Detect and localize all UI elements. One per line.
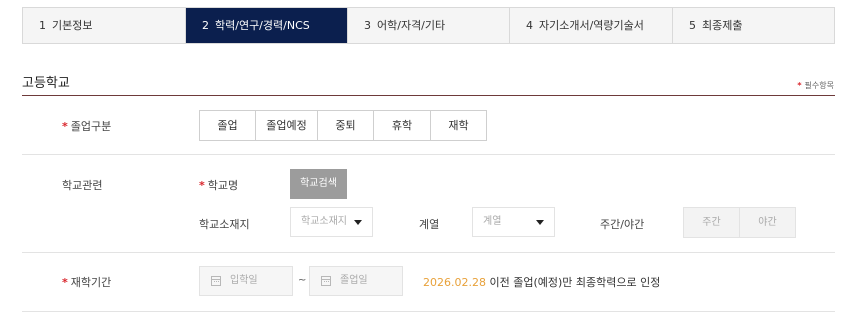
school-name-label: * 학교명 [199,177,238,193]
chevron-down-icon [354,220,362,225]
step-number: 5 [689,19,696,32]
graduation-option-expected[interactable]: 졸업예정 [255,110,318,141]
final-education-notice: 2026.02.28 이전 졸업(예정)만 최종학력으로 인정 [423,274,660,290]
chevron-down-icon [536,220,544,225]
required-star-icon: * [62,120,68,133]
enrollment-period-label: * 재학기간 [62,274,111,290]
row-divider [22,252,835,253]
track-value: 계열 [483,216,502,227]
step-3-language[interactable]: 3 어학/자격/기타 [348,8,510,43]
row-divider [22,311,835,312]
graduation-option-leave[interactable]: 휴학 [373,110,431,141]
graduation-type-label-text: 졸업구분 [70,120,112,133]
step-5-final-submit[interactable]: 5 최종제출 [673,8,834,43]
step-label: 학력/연구/경력/NCS [215,19,310,32]
step-1-basic-info[interactable]: 1 기본정보 [23,8,186,43]
graduation-type-selector: 졸업 졸업예정 중퇴 휴학 재학 [199,110,487,141]
track-label: 계열 [419,218,440,231]
graduation-option-enrolled[interactable]: 재학 [430,110,487,141]
notice-date: 2026.02.28 [423,276,486,289]
graduation-type-label: * 졸업구분 [62,118,111,134]
school-location-label: 학교소재지 [199,218,250,231]
daynight-toggle: 주간 야간 [683,207,796,238]
graduation-date-field[interactable]: 졸업일 [309,266,403,296]
notice-text: 이전 졸업(예정)만 최종학력으로 인정 [485,276,661,289]
school-name-label-text: 학교명 [207,179,239,192]
section-title: 고등학교 [22,76,70,91]
step-2-education[interactable]: 2 학력/연구/경력/NCS [186,8,348,43]
school-location-value: 학교소재지 [301,216,347,227]
step-navigation: 1 기본정보 2 학력/연구/경력/NCS 3 어학/자격/기타 4 자기소개서/역량기… [22,7,835,44]
school-search-button[interactable]: 학교검색 [290,169,347,199]
graduation-option-dropout[interactable]: 중퇴 [317,110,374,141]
step-number: 1 [39,19,46,32]
night-option-button[interactable]: 야간 [739,207,796,238]
enrollment-period-label-text: 재학기간 [70,276,112,289]
graduation-date-placeholder: 졸업일 [340,275,368,286]
daynight-label: 주간/야간 [600,218,645,231]
graduation-option-graduated[interactable]: 졸업 [199,110,256,141]
step-number: 2 [202,19,209,32]
required-note: * 필수항목 [797,80,834,91]
admission-date-placeholder: 입학일 [230,275,258,286]
required-star-icon: * [797,81,802,90]
step-label: 최종제출 [702,19,743,32]
section-divider [22,95,835,96]
step-number: 4 [526,19,533,32]
step-label: 기본정보 [52,19,93,32]
required-note-text: 필수항목 [804,81,834,90]
step-number: 3 [364,19,371,32]
day-option-button[interactable]: 주간 [683,207,740,238]
step-label: 어학/자격/기타 [377,19,446,32]
date-range-separator: ~ [298,275,307,286]
calendar-icon [321,276,331,286]
required-star-icon: * [199,179,205,192]
track-select[interactable]: 계열 [472,207,555,237]
step-4-self-intro[interactable]: 4 자기소개서/역량기술서 [510,8,673,43]
required-star-icon: * [62,276,68,289]
school-row-label: 학교관련 [62,179,103,192]
admission-date-field[interactable]: 입학일 [199,266,293,296]
calendar-icon [211,276,221,286]
school-location-select[interactable]: 학교소재지 [290,207,373,237]
step-label: 자기소개서/역량기술서 [539,19,644,32]
row-divider [22,154,835,155]
